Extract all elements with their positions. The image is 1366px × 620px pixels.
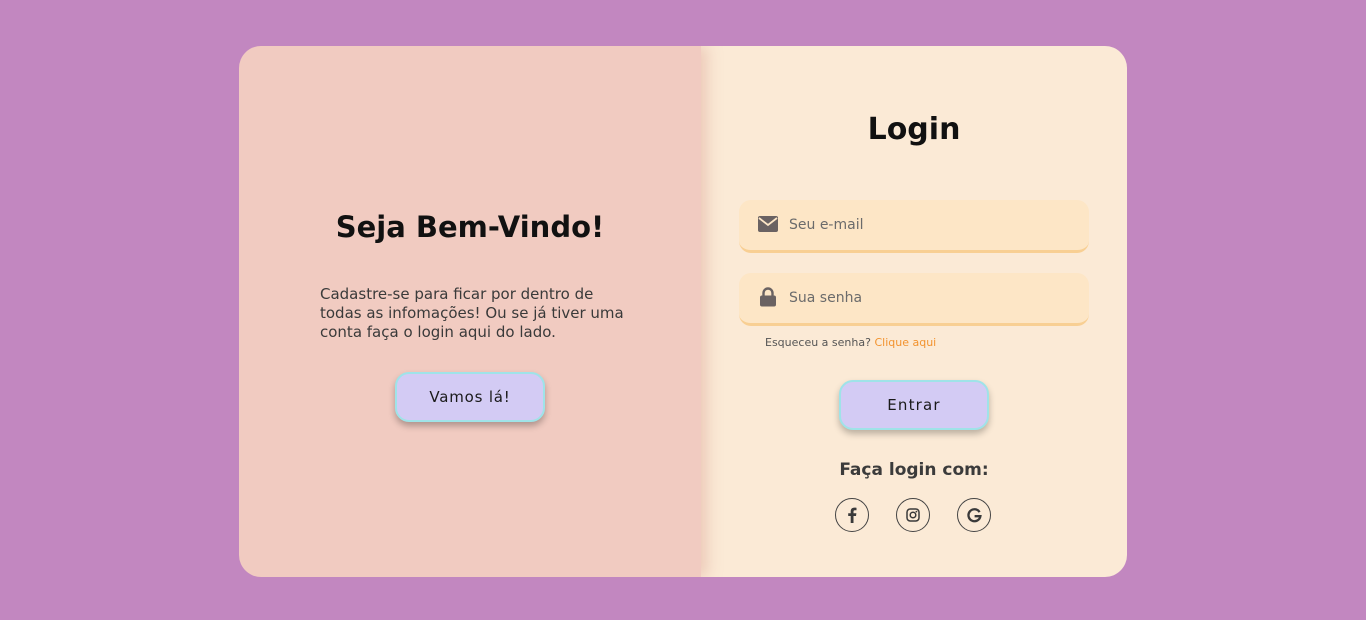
login-panel: Login Esqueceu a senha? Clique aqui [701,46,1127,577]
forgot-password: Esqueceu a senha? Clique aqui [765,336,936,349]
login-submit-button[interactable]: Entrar [839,380,989,430]
login-title: Login [867,112,961,147]
forgot-password-link[interactable]: Clique aqui [874,336,936,349]
login-card: Seja Bem-Vindo! Cadastre-se para ficar p… [239,46,1127,577]
forgot-password-text: Esqueceu a senha? [765,336,871,349]
social-login-title: Faça login com: [839,460,989,480]
welcome-title: Seja Bem-Vindo! [335,210,605,244]
password-field [739,273,1089,326]
facebook-icon [847,507,857,523]
google-login-button[interactable] [957,498,991,532]
lock-icon [758,287,780,309]
welcome-text: Cadastre-se para ficar por dentro de tod… [320,285,624,341]
welcome-panel: Seja Bem-Vindo! Cadastre-se para ficar p… [239,46,701,577]
google-icon [966,507,982,523]
envelope-icon [758,214,780,236]
email-field [739,200,1089,253]
facebook-login-button[interactable] [835,498,869,532]
register-button[interactable]: Vamos lá! [395,372,545,422]
instagram-icon [906,508,920,522]
email-input[interactable] [789,210,1069,240]
instagram-login-button[interactable] [896,498,930,532]
password-input[interactable] [789,283,1069,313]
